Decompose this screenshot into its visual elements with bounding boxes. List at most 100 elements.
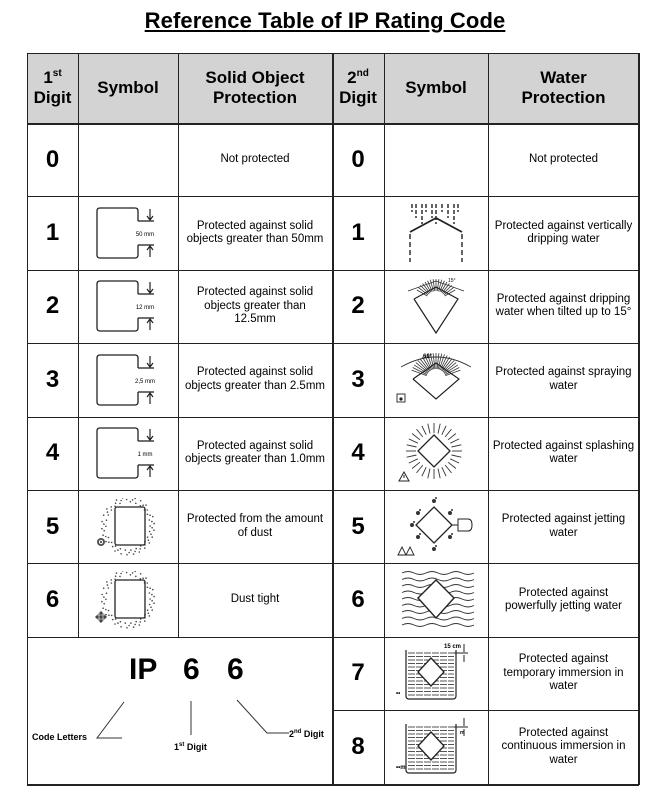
grid-line xyxy=(27,563,332,565)
water-description: Protected against dripping water when ti… xyxy=(495,292,632,319)
box-gap-icon: 2,5 mm xyxy=(96,354,155,406)
header-second-digit-sup: nd xyxy=(356,68,369,79)
svg-text:15 cm: 15 cm xyxy=(444,644,461,650)
grid-line xyxy=(27,269,332,271)
symbol-cell: 2,5 mm xyxy=(78,343,178,416)
symbol-cell: 15 cm •• xyxy=(384,637,488,710)
grid-line xyxy=(27,636,332,638)
symbol-cell: 15° xyxy=(384,270,488,343)
water-description: Protected against temporary immersion in… xyxy=(503,653,624,693)
header-water-line1: Water xyxy=(540,68,587,87)
header-first-digit: 1st Digit xyxy=(27,53,78,123)
symbol-cell: m ••m xyxy=(384,710,488,783)
grid-line xyxy=(27,196,332,198)
grid-line xyxy=(332,416,639,418)
grid-line xyxy=(488,53,489,784)
water-description: Protected against continuous immersion i… xyxy=(501,726,626,766)
grid-line xyxy=(178,53,179,637)
symbol-cell xyxy=(384,490,488,563)
grid-line xyxy=(384,53,385,784)
header-symbol-left: Symbol xyxy=(78,53,178,123)
first-digit-label-text: Digit xyxy=(186,742,207,752)
grid-line xyxy=(332,269,639,271)
water-digit: 5 xyxy=(351,512,365,540)
water-digit: 3 xyxy=(351,365,365,393)
solid-digit: 5 xyxy=(45,512,60,540)
symbol-cell: 50 mm xyxy=(78,196,178,269)
symbol-cell xyxy=(384,417,488,490)
box-gap-icon: 1 mm xyxy=(96,427,154,479)
header-first-digit-sup: st xyxy=(52,68,62,79)
box-gap-icon: 12 mm xyxy=(96,280,154,333)
splash-icon xyxy=(398,423,462,482)
water-digit: 7 xyxy=(351,659,365,687)
first-digit-label: 1st Digit xyxy=(174,742,207,752)
water-description: Protected against spraying water xyxy=(495,366,632,392)
svg-text:60°: 60° xyxy=(423,354,433,360)
solid-digit: 2 xyxy=(45,292,60,320)
svg-text:15°: 15° xyxy=(448,278,456,284)
header-first-digit-label: Digit xyxy=(33,88,72,107)
dust-tight-icon xyxy=(95,571,155,629)
jet-icon xyxy=(397,496,473,556)
grid-line xyxy=(332,53,334,784)
symbol-cell: 60° xyxy=(384,343,488,416)
grid-line xyxy=(332,710,639,712)
header-second-digit-label: Digit xyxy=(339,88,377,107)
header-solid-protection: Solid Object Protection xyxy=(178,53,332,123)
solid-description: Protected against solid objects greater … xyxy=(185,366,325,392)
grid-line xyxy=(78,53,79,637)
ip-rating-table: 1st Digit Symbol Solid Object Protection 2… xyxy=(27,53,640,786)
ip-code-leader-lines xyxy=(96,699,289,739)
symbol-empty xyxy=(384,123,488,196)
second-digit-label: 2nd Digit xyxy=(289,729,324,739)
water-description: Protected against powerfully jetting wat… xyxy=(505,586,622,613)
header-water-protection: Water Protection xyxy=(488,53,639,123)
svg-text:m: m xyxy=(460,730,465,736)
grid-line xyxy=(27,343,332,345)
grid-line xyxy=(27,490,332,491)
water-digit: 2 xyxy=(351,292,365,320)
solid-digit: 6 xyxy=(45,586,60,614)
header-second-digit-num: 2 xyxy=(347,68,357,87)
grid-line xyxy=(332,196,639,198)
grid-line xyxy=(27,53,28,784)
first-digit-label-sup: st xyxy=(179,742,185,748)
water-digit: 0 xyxy=(351,145,365,173)
water-digit: 1 xyxy=(351,219,365,247)
svg-text:••m: ••m xyxy=(396,765,406,771)
grid-line xyxy=(638,53,640,785)
svg-text:1 mm: 1 mm xyxy=(138,452,153,458)
dust-protected-icon xyxy=(97,497,155,556)
temporary-immersion-icon: 15 cm •• xyxy=(396,644,468,701)
grid-line xyxy=(27,783,639,786)
water-description: Not protected xyxy=(528,152,599,165)
header-water-line2: Protection xyxy=(521,88,606,107)
grid-line xyxy=(332,636,639,638)
water-digit: 4 xyxy=(351,439,365,467)
water-description: Protected against vertically dripping wa… xyxy=(494,219,633,246)
symbol-cell xyxy=(78,490,178,563)
solid-description: Not protected xyxy=(220,152,290,165)
page-title: Reference Table of IP Rating Code xyxy=(144,8,506,33)
spray-icon: 60° xyxy=(396,352,472,403)
second-digit-label-text: Digit xyxy=(303,729,324,739)
solid-digit: 1 xyxy=(45,219,60,247)
powerful-jet-icon xyxy=(401,571,475,628)
solid-description: Protected against solid objects greater … xyxy=(186,219,324,246)
header-second-digit: 2nd Digit xyxy=(332,53,384,123)
solid-digit: 3 xyxy=(45,365,60,393)
symbol-cell: 1 mm xyxy=(78,417,178,490)
water-digit: 8 xyxy=(351,732,365,760)
ip-code-example: IP 6 6 Code Letters 1st Digit 2nd Digit xyxy=(27,637,332,783)
grid-line xyxy=(332,343,639,345)
symbol-cell xyxy=(384,196,488,269)
symbol-empty xyxy=(78,123,178,196)
solid-description: Protected from the amount of dust xyxy=(186,513,324,539)
svg-text:2,5 mm: 2,5 mm xyxy=(135,379,155,385)
vertical-drip-icon xyxy=(409,204,463,263)
symbol-cell xyxy=(78,563,178,636)
svg-text:12 mm: 12 mm xyxy=(136,305,154,311)
solid-description: Protected against solid objects greater … xyxy=(185,439,325,466)
header-symbol-right: Symbol xyxy=(384,53,488,123)
